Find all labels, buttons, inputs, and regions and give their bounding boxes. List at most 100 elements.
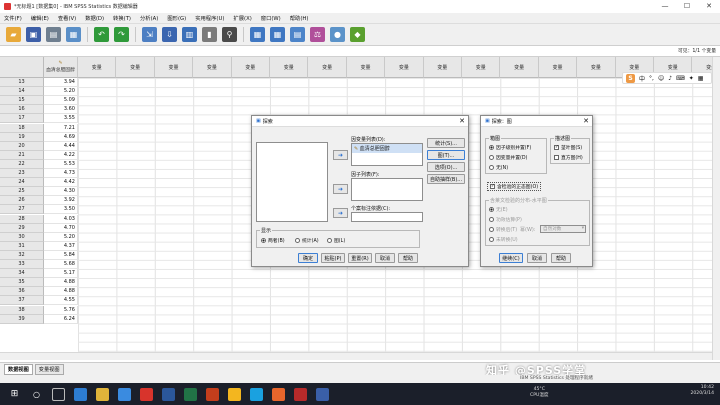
data-cell[interactable]: 4.88 [44, 278, 78, 288]
keyboard-icon[interactable]: ⌨ [676, 75, 685, 82]
dependent-list-item[interactable]: ✎ 血清总胆固醇 [352, 144, 422, 153]
menu-extensions[interactable]: 扩展(X) [233, 14, 251, 22]
data-cell[interactable]: 3.92 [44, 196, 78, 206]
row-number[interactable]: 30 [0, 232, 44, 242]
row-number[interactable]: 15 [0, 96, 44, 106]
row-number[interactable]: 18 [0, 123, 44, 133]
help-button[interactable]: 帮助 [398, 253, 418, 263]
boxplot-none-radio[interactable]: 无(N) [489, 164, 508, 171]
cancel-button[interactable]: 取消 [375, 253, 395, 263]
goto-case-icon[interactable]: ⇲ [142, 27, 157, 42]
data-cell[interactable]: 4.70 [44, 223, 78, 233]
display-plots-radio[interactable]: 图(L) [327, 237, 345, 244]
plots-button[interactable]: 图(T)... [427, 150, 465, 160]
word-icon[interactable] [162, 387, 175, 401]
column-header-variable[interactable]: 变量 [346, 57, 386, 78]
menu-file[interactable]: 文件(F) [4, 14, 22, 22]
emoji-icon[interactable]: ☺ [658, 75, 664, 82]
column-header-variable[interactable]: 变量 [78, 57, 117, 78]
paste-button[interactable]: 粘贴(P) [321, 253, 345, 263]
windows-start-icon[interactable]: ⊞ [8, 388, 21, 401]
menu-help[interactable]: 帮助(H) [290, 14, 309, 22]
data-cell[interactable]: 4.88 [44, 287, 78, 297]
bootstrap-button[interactable]: 自助抽样(B)... [427, 174, 465, 184]
power-estimation-radio[interactable]: 功效估算(P) [489, 216, 522, 223]
tab-data-view[interactable]: 数据视图 [4, 363, 33, 375]
column-header-variable[interactable]: 变量 [193, 57, 232, 78]
column-header-variable[interactable]: 变量 [538, 57, 578, 78]
print-icon[interactable]: ▤ [46, 27, 61, 42]
insert-cases-icon[interactable]: ▦ [250, 27, 265, 42]
data-cell[interactable]: 5.76 [44, 305, 78, 315]
data-cell[interactable]: 5.53 [44, 159, 78, 169]
row-number[interactable]: 20 [0, 141, 44, 151]
search-icon[interactable]: ○ [30, 388, 43, 401]
menu-transform[interactable]: 转换(T) [113, 14, 131, 22]
column-header-serum-cholesterol[interactable]: ✎ 血清总胆固醇 [44, 57, 78, 78]
skin-icon[interactable]: ✦ [689, 75, 694, 82]
column-header-variable[interactable]: 变量 [116, 57, 155, 78]
data-cell[interactable]: 3.60 [44, 105, 78, 115]
row-number[interactable]: 19 [0, 132, 44, 142]
data-cell[interactable]: 5.84 [44, 250, 78, 260]
column-header-variable[interactable]: 变量 [385, 57, 424, 78]
transformed-radio[interactable]: 转换后(T) [489, 226, 517, 233]
select-cases-icon[interactable]: ● [330, 27, 345, 42]
app-icon[interactable] [272, 387, 285, 401]
row-number[interactable]: 38 [0, 305, 44, 315]
file-explorer-icon[interactable] [96, 387, 109, 401]
dependents-together-radio[interactable]: 因变量并置(D) [489, 154, 527, 161]
data-cell[interactable]: 4.30 [44, 187, 78, 197]
row-number[interactable]: 34 [0, 269, 44, 279]
qq-icon[interactable] [250, 387, 263, 401]
data-cell[interactable]: 5.68 [44, 260, 78, 270]
redo-icon[interactable]: ↷ [114, 27, 129, 42]
row-number[interactable]: 29 [0, 223, 44, 233]
column-header-variable[interactable]: 变量 [500, 57, 539, 78]
stem-leaf-checkbox[interactable]: ✓ 茎叶图(S) [554, 144, 582, 151]
histogram-checkbox[interactable]: 直方图(H) [554, 154, 583, 161]
close-button[interactable]: ✕ [698, 0, 720, 13]
excel-icon[interactable] [184, 387, 197, 401]
untransformed-radio[interactable]: 未转换(U) [489, 236, 518, 243]
powerpoint-icon[interactable] [206, 387, 219, 401]
row-number[interactable]: 21 [0, 150, 44, 160]
spss-taskbar-icon[interactable] [294, 387, 307, 401]
row-number[interactable]: 28 [0, 214, 44, 224]
data-cell[interactable]: 4.22 [44, 150, 78, 160]
find-icon[interactable]: ⚲ [222, 27, 237, 42]
column-header-variable[interactable]: 变量 [577, 57, 616, 78]
undo-icon[interactable]: ↶ [94, 27, 109, 42]
column-header-variable[interactable]: 变量 [270, 57, 309, 78]
column-header-variable[interactable]: 变量 [423, 57, 462, 78]
data-cell[interactable]: 4.69 [44, 132, 78, 142]
row-number[interactable]: 37 [0, 296, 44, 306]
spss-viewer-taskbar-icon[interactable] [316, 387, 329, 401]
row-number[interactable]: 36 [0, 287, 44, 297]
data-cell[interactable]: 6.24 [44, 314, 78, 324]
statistics-button[interactable]: 统计(S)... [427, 138, 465, 148]
data-cell[interactable]: 7.21 [44, 123, 78, 133]
close-icon[interactable]: ✕ [580, 117, 592, 125]
edge-browser-icon[interactable] [74, 387, 87, 401]
menu-window[interactable]: 窗口(W) [261, 14, 281, 22]
menu-utilities[interactable]: 实用程序(U) [195, 14, 224, 22]
row-number[interactable]: 33 [0, 260, 44, 270]
menu-analyze[interactable]: 分析(A) [140, 14, 158, 22]
row-number[interactable]: 26 [0, 196, 44, 206]
normality-plots-checkbox[interactable]: ✓ 含检验的正态图(O) [487, 182, 542, 191]
source-variable-list[interactable] [256, 142, 328, 222]
variables-icon[interactable]: ▥ [182, 27, 197, 42]
horizontal-scrollbar[interactable] [0, 352, 712, 360]
open-icon[interactable]: ▰ [6, 27, 21, 42]
row-number[interactable]: 17 [0, 114, 44, 124]
save-icon[interactable]: ▣ [26, 27, 41, 42]
weight-cases-icon[interactable]: ⚖ [310, 27, 325, 42]
run-descriptives-icon[interactable]: ▮ [202, 27, 217, 42]
data-cell[interactable]: 5.20 [44, 87, 78, 97]
system-clock[interactable]: 10:42 2020/3/14 [690, 385, 714, 397]
menu-data[interactable]: 数据(D) [85, 14, 104, 22]
grid-menu-icon[interactable]: ▦ [698, 75, 704, 82]
row-number[interactable]: 24 [0, 178, 44, 188]
column-header-variable[interactable]: 变量 [308, 57, 347, 78]
